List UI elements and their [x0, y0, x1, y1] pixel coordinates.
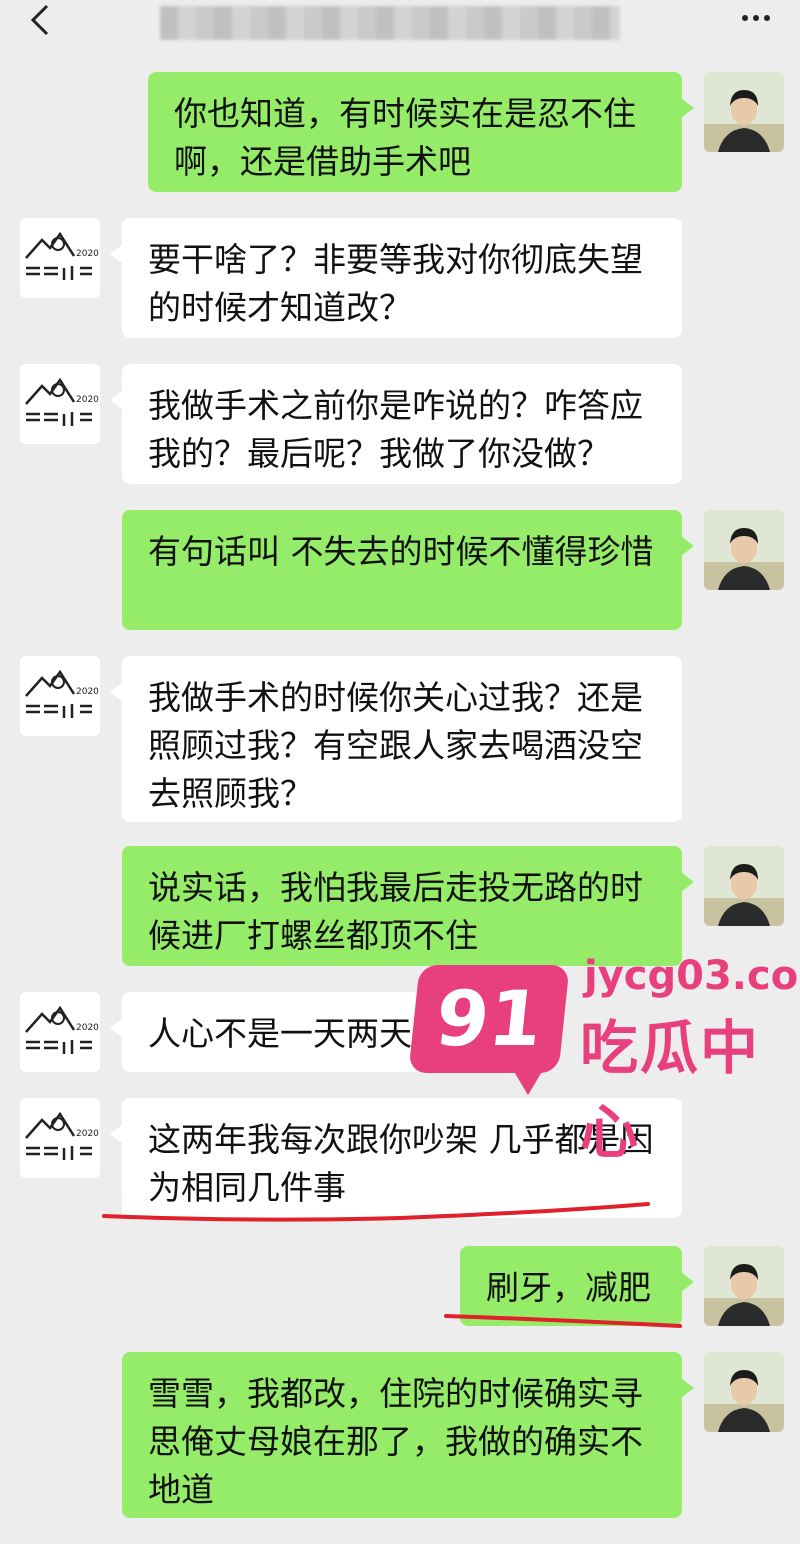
- logo-year: 2020: [76, 1129, 99, 1139]
- message-bubble-received[interactable]: 我做手术的时候你关心过我？还是照顾过我？有空跟人家去喝酒没空去照顾我？: [110, 656, 682, 822]
- message-text: 我做手术的时候你关心过我？还是照顾过我？有空跟人家去喝酒没空去照顾我？: [148, 678, 643, 813]
- logo-year: 2020: [76, 395, 99, 405]
- message-text: 这两年我每次跟你吵架 几乎都是因为相同几件事: [148, 1120, 654, 1207]
- contact-avatar[interactable]: 2020: [20, 1098, 100, 1178]
- contact-logo-icon: 2020: [20, 218, 100, 298]
- contact-logo-icon: 2020: [20, 656, 100, 736]
- message-bubble-sent[interactable]: 刷牙，减肥: [460, 1246, 694, 1326]
- contact-avatar[interactable]: 2020: [20, 992, 100, 1072]
- message-text: 要干啥了？非要等我对你彻底失望的时候才知道改？: [148, 240, 643, 327]
- my-avatar[interactable]: [704, 846, 784, 926]
- message-bubble-received[interactable]: 要干啥了？非要等我对你彻底失望的时候才知道改？: [110, 218, 682, 338]
- more-dots-icon: [742, 15, 748, 21]
- message-text: 刷牙，减肥: [486, 1268, 651, 1307]
- logo-year: 2020: [76, 249, 99, 259]
- my-avatar[interactable]: [704, 1246, 784, 1326]
- message-bubble-sent[interactable]: 雪雪，我都改，住院的时候确实寻思俺丈母娘在那了，我做的确实不地道: [122, 1352, 694, 1518]
- contact-logo-icon: 2020: [20, 992, 100, 1072]
- message-text: 说实话，我怕我最后走投无路的时候进厂打螺丝都顶不住: [148, 868, 643, 955]
- contact-logo-icon: 2020: [20, 364, 100, 444]
- watermark-badge: 91: [408, 965, 570, 1073]
- person-avatar-icon: [704, 510, 784, 590]
- my-avatar[interactable]: [704, 510, 784, 590]
- contact-logo-icon: 2020: [20, 1098, 100, 1178]
- message-text: 有句话叫 不失去的时候不懂得珍惜: [148, 532, 654, 571]
- message-text: 我做手术之前你是咋说的？咋答应我的？最后呢？我做了你没做？: [148, 386, 643, 473]
- person-avatar-icon: [704, 1246, 784, 1326]
- my-avatar[interactable]: [704, 72, 784, 152]
- blurred-contact-name: [160, 6, 620, 40]
- person-avatar-icon: [704, 1352, 784, 1432]
- logo-year: 2020: [76, 687, 99, 697]
- chat-header: [0, 0, 800, 58]
- watermark-badge-tail: [510, 1065, 546, 1095]
- chevron-left-icon: [30, 4, 49, 36]
- message-bubble-sent[interactable]: 说实话，我怕我最后走投无路的时候进厂打螺丝都顶不住: [122, 846, 694, 966]
- watermark-domain: jycg03.com: [584, 953, 800, 999]
- message-text: 雪雪，我都改，住院的时候确实寻思俺丈母娘在那了，我做的确实不地道: [148, 1374, 643, 1509]
- back-button[interactable]: [22, 2, 58, 38]
- watermark-name: 吃瓜中心: [580, 1014, 761, 1166]
- person-avatar-icon: [704, 846, 784, 926]
- message-bubble-received[interactable]: 我做手术之前你是咋说的？咋答应我的？最后呢？我做了你没做？: [110, 364, 682, 484]
- message-bubble-sent[interactable]: 你也知道，有时候实在是忍不住啊，还是借助手术吧: [148, 72, 694, 192]
- watermark: 91 jycg03.com 吃瓜中心: [408, 953, 800, 1166]
- person-avatar-icon: [704, 72, 784, 152]
- message-text: 你也知道，有时候实在是忍不住啊，还是借助手术吧: [174, 94, 636, 181]
- contact-avatar[interactable]: 2020: [20, 218, 100, 298]
- contact-avatar[interactable]: 2020: [20, 656, 100, 736]
- message-bubble-sent[interactable]: 有句话叫 不失去的时候不懂得珍惜: [122, 510, 694, 630]
- logo-year: 2020: [76, 1023, 99, 1033]
- contact-avatar[interactable]: 2020: [20, 364, 100, 444]
- my-avatar[interactable]: [704, 1352, 784, 1432]
- more-button[interactable]: [736, 6, 776, 30]
